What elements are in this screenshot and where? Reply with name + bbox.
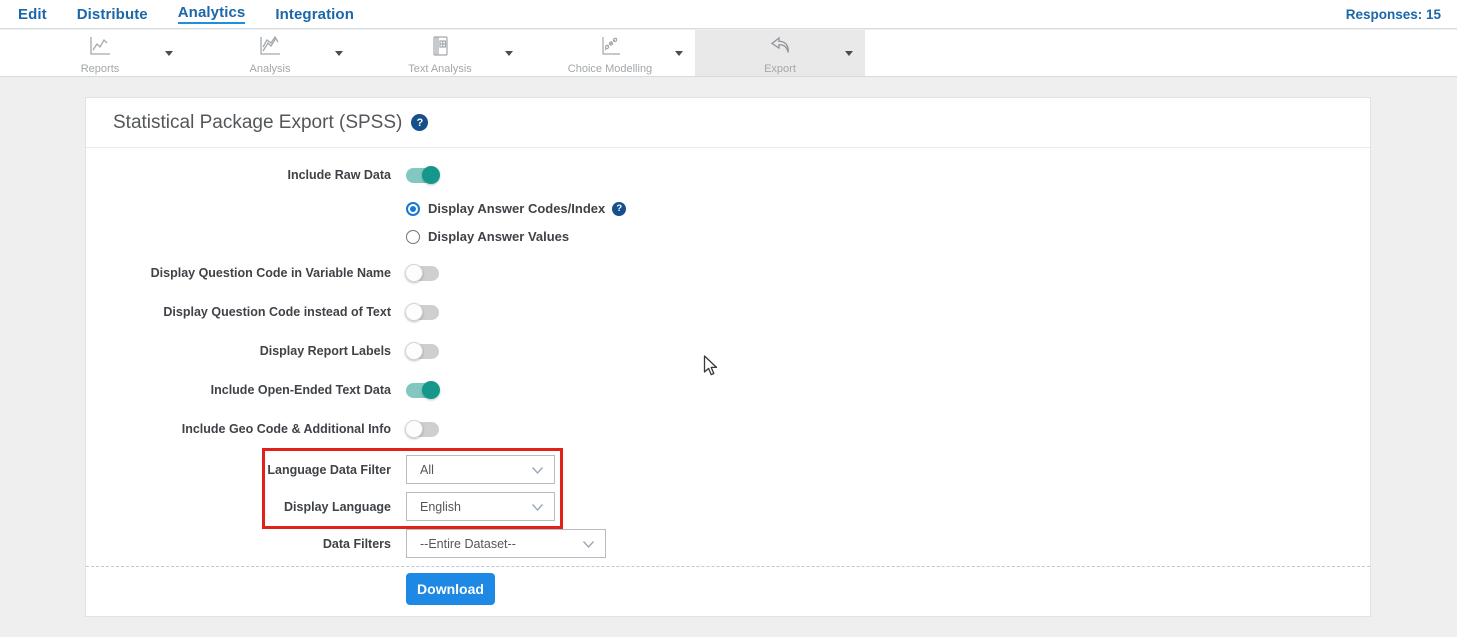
toolbar-item-analysis[interactable]: Analysis (185, 30, 355, 76)
field-label: Display Question Code instead of Text (86, 305, 391, 319)
toggle-knob (422, 166, 440, 184)
form-row-display-language: Display Language English (86, 492, 1370, 521)
scatter-chart-icon (597, 34, 623, 58)
field-label: Display Question Code in Variable Name (86, 266, 391, 280)
field-label: Include Raw Data (86, 168, 391, 182)
radio-row-answer-codes[interactable]: Display Answer Codes/Index ? (406, 201, 626, 216)
field-label: Include Geo Code & Additional Info (86, 422, 391, 436)
chevron-down-icon[interactable] (165, 51, 173, 56)
chevron-down-icon (582, 540, 595, 549)
toggle-knob (405, 303, 423, 321)
display-language-select[interactable]: English (406, 492, 555, 521)
form-row-report-labels: Display Report Labels (86, 342, 1370, 360)
chevron-down-icon (531, 503, 544, 512)
spss-export-card: Statistical Package Export (SPSS) ? Incl… (85, 97, 1371, 617)
select-value: English (420, 500, 461, 514)
chevron-down-icon[interactable] (505, 51, 513, 56)
toolbar-item-export[interactable]: Export (695, 30, 865, 76)
report-labels-toggle[interactable] (406, 344, 439, 359)
answer-codes-radio[interactable] (406, 202, 420, 216)
form-row-question-code-text: Display Question Code instead of Text (86, 303, 1370, 321)
field-label: Language Data Filter (86, 463, 391, 477)
chevron-down-icon[interactable] (335, 51, 343, 56)
field-label: Display Report Labels (86, 344, 391, 358)
radio-label: Display Answer Codes/Index (428, 201, 605, 216)
toggle-knob (422, 381, 440, 399)
select-value: --Entire Dataset-- (420, 537, 516, 551)
form-row-data-filters: Data Filters --Entire Dataset-- (86, 529, 1370, 558)
chevron-down-icon[interactable] (845, 51, 853, 56)
nav-item-edit[interactable]: Edit (18, 6, 47, 23)
toolbar-item-text-analysis[interactable]: Text Analysis (355, 30, 525, 76)
field-label: Include Open-Ended Text Data (86, 383, 391, 397)
geo-code-toggle[interactable] (406, 422, 439, 437)
form-row-include-raw-data: Include Raw Data (86, 166, 1370, 184)
analytics-toolbar: Reports Analysis Text Ana (0, 30, 1457, 77)
nav-item-analytics[interactable]: Analytics (178, 4, 246, 24)
toolbar-label: Analysis (185, 63, 355, 75)
field-label: Data Filters (86, 537, 391, 551)
question-code-text-toggle[interactable] (406, 305, 439, 320)
toolbar-label: Choice Modelling (525, 63, 695, 75)
divider-dashed (86, 566, 1370, 567)
toolbar-label: Text Analysis (355, 63, 525, 75)
page-background: Statistical Package Export (SPSS) ? Incl… (0, 77, 1457, 637)
form-row-geo-code: Include Geo Code & Additional Info (86, 420, 1370, 438)
page-title: Statistical Package Export (SPSS) (113, 112, 402, 134)
multi-line-chart-icon (257, 34, 283, 58)
nav-item-distribute[interactable]: Distribute (77, 6, 148, 23)
text-analysis-book-icon (427, 34, 453, 58)
help-icon[interactable]: ? (612, 202, 626, 216)
top-nav: Edit Distribute Analytics Integration Re… (0, 0, 1457, 29)
question-code-variable-toggle[interactable] (406, 266, 439, 281)
responses-count[interactable]: Responses: 15 (1346, 7, 1441, 22)
data-filters-select[interactable]: --Entire Dataset-- (406, 529, 606, 558)
toggle-knob (405, 420, 423, 438)
open-ended-toggle[interactable] (406, 383, 439, 398)
toggle-knob (405, 342, 423, 360)
select-value: All (420, 463, 434, 477)
radio-label: Display Answer Values (428, 229, 569, 244)
toolbar-label: Export (695, 63, 865, 75)
form-row-question-code-variable: Display Question Code in Variable Name (86, 264, 1370, 282)
language-data-filter-select[interactable]: All (406, 455, 555, 484)
chevron-down-icon[interactable] (675, 51, 683, 56)
answer-values-radio[interactable] (406, 230, 420, 244)
download-button[interactable]: Download (406, 573, 495, 605)
radio-row-answer-values[interactable]: Display Answer Values (406, 229, 569, 244)
form-row-open-ended: Include Open-Ended Text Data (86, 381, 1370, 399)
nav-item-integration[interactable]: Integration (275, 6, 354, 23)
include-raw-data-toggle[interactable] (406, 168, 439, 183)
card-header: Statistical Package Export (SPSS) ? (86, 98, 1370, 148)
toolbar-label: Reports (15, 63, 185, 75)
toolbar-item-choice-modelling[interactable]: Choice Modelling (525, 30, 695, 76)
help-icon[interactable]: ? (411, 114, 428, 131)
toolbar-item-reports[interactable]: Reports (15, 30, 185, 76)
chevron-down-icon (531, 466, 544, 475)
toggle-knob (405, 264, 423, 282)
form-row-language-data-filter: Language Data Filter All (86, 455, 1370, 484)
export-arrow-icon (767, 34, 793, 58)
field-label: Display Language (86, 500, 391, 514)
line-chart-icon (87, 34, 113, 58)
